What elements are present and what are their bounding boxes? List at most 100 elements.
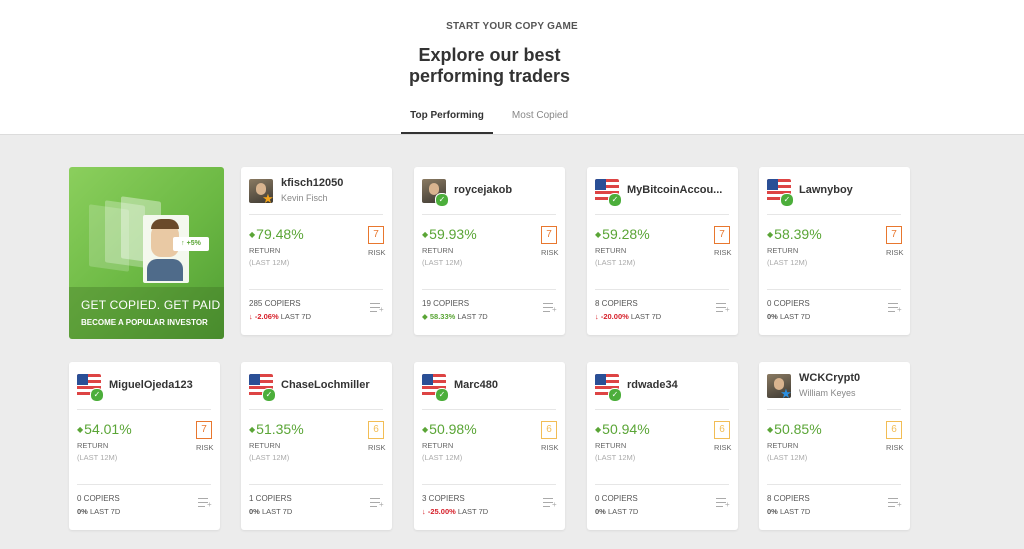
add-to-watchlist-icon[interactable]: + — [198, 497, 212, 509]
risk-label: RISK — [714, 248, 732, 257]
last-7d-change: ◆ 58.33% LAST 7D — [422, 312, 488, 321]
investor-hair — [151, 219, 179, 229]
trader-card[interactable]: ★ kfisch12050 Kevin Fisch ◆79.48% RETURN (LAS… — [241, 167, 392, 335]
last-7d-change: ↓ -25.00% LAST 7D — [422, 507, 488, 516]
last7-label: LAST 7D — [261, 507, 293, 516]
return-percent: 50.85% — [774, 421, 822, 437]
page-title-line1: Explore our best — [418, 45, 561, 65]
return-label: RETURN — [249, 246, 281, 255]
add-to-watchlist-icon[interactable]: + — [543, 302, 557, 314]
add-to-watchlist-icon[interactable]: + — [888, 497, 902, 509]
trader-card[interactable]: ★ WCKCrypt0 William Keyes ◆50.85% RETURN (LAS… — [759, 362, 910, 530]
risk-score: 6 — [714, 421, 730, 439]
risk-score: 7 — [196, 421, 212, 439]
divider — [767, 289, 901, 290]
change-percent: 0% — [249, 507, 260, 516]
return-period: (LAST 12M) — [595, 453, 636, 462]
up-arrow-icon: ◆ — [422, 425, 429, 434]
risk-score: 7 — [714, 226, 730, 244]
copiers-count: 3 COPIERS — [422, 494, 465, 503]
copiers-count: 0 COPIERS — [595, 494, 638, 503]
verified-check-icon: ✓ — [90, 388, 104, 402]
trader-username[interactable]: WCKCrypt0 — [799, 372, 905, 384]
trader-username[interactable]: rdwade34 — [627, 379, 733, 391]
trader-card[interactable]: ✓ Lawnyboy ◆58.39% RETURN (LAST 12M) 7 RISK 0 C… — [759, 167, 910, 335]
last-7d-change: 0% LAST 7D — [595, 507, 638, 516]
add-to-watchlist-icon[interactable]: + — [716, 497, 730, 509]
trader-card[interactable]: ✓ MiguelOjeda123 ◆54.01% RETURN (LAST 12M) 7 R… — [69, 362, 220, 530]
add-to-watchlist-icon[interactable]: + — [543, 497, 557, 509]
risk-score: 6 — [541, 421, 557, 439]
return-period: (LAST 12M) — [77, 453, 118, 462]
add-to-watchlist-icon[interactable]: + — [888, 302, 902, 314]
change-percent: -2.06% — [254, 312, 279, 321]
return-value: ◆50.98% — [422, 421, 477, 437]
divider — [595, 484, 729, 485]
star-icon: ★ — [780, 386, 792, 401]
page-title: Explore our best performing traders — [0, 45, 979, 87]
divider — [77, 484, 211, 485]
verified-check-icon: ✓ — [435, 388, 449, 402]
last7-label: LAST 7D — [89, 507, 121, 516]
page-title-line2: performing traders — [408, 66, 571, 86]
return-label: RETURN — [249, 441, 281, 450]
return-value: ◆58.39% — [767, 226, 822, 242]
add-to-watchlist-icon[interactable]: + — [370, 302, 384, 314]
return-percent: 59.93% — [429, 226, 477, 242]
risk-score: 6 — [368, 421, 384, 439]
trader-username[interactable]: Lawnyboy — [799, 184, 905, 196]
return-period: (LAST 12M) — [767, 453, 808, 462]
trader-full-name: Kevin Fisch — [281, 193, 328, 203]
trader-full-name: William Keyes — [799, 388, 856, 398]
return-label: RETURN — [767, 246, 799, 255]
return-period: (LAST 12M) — [249, 258, 290, 267]
trader-card[interactable]: ✓ ChaseLochmiller ◆51.35% RETURN (LAST 12M) 6… — [241, 362, 392, 530]
trader-username[interactable]: ChaseLochmiller — [281, 379, 387, 391]
up-arrow-icon: ◆ — [77, 425, 84, 434]
add-to-watchlist-icon[interactable]: + — [716, 302, 730, 314]
last-7d-change: 0% LAST 7D — [767, 507, 810, 516]
divider — [249, 214, 383, 215]
change-percent: 58.33% — [429, 312, 456, 321]
divider — [249, 289, 383, 290]
promo-headline: GET COPIED. GET PAID — [81, 298, 221, 312]
risk-score: 7 — [886, 226, 902, 244]
trader-card[interactable]: ✓ rdwade34 ◆50.94% RETURN (LAST 12M) 6 RISK 0 C… — [587, 362, 738, 530]
popular-investor-banner[interactable]: ↑ +5% GET COPIED. GET PAID BECOME A POPU… — [69, 167, 224, 339]
change-percent: -20.00% — [600, 312, 629, 321]
last7-label: LAST 7D — [280, 312, 311, 321]
trader-card[interactable]: ✓ MyBitcoinAccou... ◆59.28% RETURN (LAST 12M… — [587, 167, 738, 335]
divider — [77, 409, 211, 410]
trader-username[interactable]: MyBitcoinAccou... — [627, 184, 733, 196]
trader-username[interactable]: Marc480 — [454, 379, 560, 391]
trader-username[interactable]: roycejakob — [454, 184, 560, 196]
return-percent: 79.48% — [256, 226, 304, 242]
up-arrow-icon: ◆ — [249, 425, 256, 434]
verified-check-icon: ✓ — [435, 193, 449, 207]
promo-band — [69, 287, 224, 339]
last-7d-change: ↓ -20.00% LAST 7D — [595, 312, 661, 321]
return-value: ◆54.01% — [77, 421, 132, 437]
header: START YOUR COPY GAME Explore our best pe… — [0, 0, 1024, 135]
return-value: ◆79.48% — [249, 226, 304, 242]
return-percent: 54.01% — [84, 421, 132, 437]
tab-top-performing[interactable]: Top Performing — [401, 110, 493, 134]
risk-label: RISK — [541, 443, 559, 452]
up-arrow-icon: ◆ — [767, 425, 774, 434]
tab-most-copied[interactable]: Most Copied — [505, 110, 575, 132]
return-label: RETURN — [422, 246, 454, 255]
return-percent: 51.35% — [256, 421, 304, 437]
trader-username[interactable]: kfisch12050 — [281, 177, 387, 189]
up-arrow-icon: ◆ — [249, 230, 256, 239]
last7-label: LAST 7D — [457, 507, 489, 516]
last7-label: LAST 7D — [457, 312, 488, 321]
return-value: ◆50.85% — [767, 421, 822, 437]
add-to-watchlist-icon[interactable]: + — [370, 497, 384, 509]
trader-card[interactable]: ✓ Marc480 ◆50.98% RETURN (LAST 12M) 6 RISK 3 CO… — [414, 362, 565, 530]
divider — [249, 409, 383, 410]
return-label: RETURN — [77, 441, 109, 450]
risk-label: RISK — [886, 248, 904, 257]
trader-username[interactable]: MiguelOjeda123 — [109, 379, 215, 391]
trader-card[interactable]: ✓ roycejakob ◆59.93% RETURN (LAST 12M) 7 RISK 1… — [414, 167, 565, 335]
verified-check-icon: ✓ — [608, 388, 622, 402]
